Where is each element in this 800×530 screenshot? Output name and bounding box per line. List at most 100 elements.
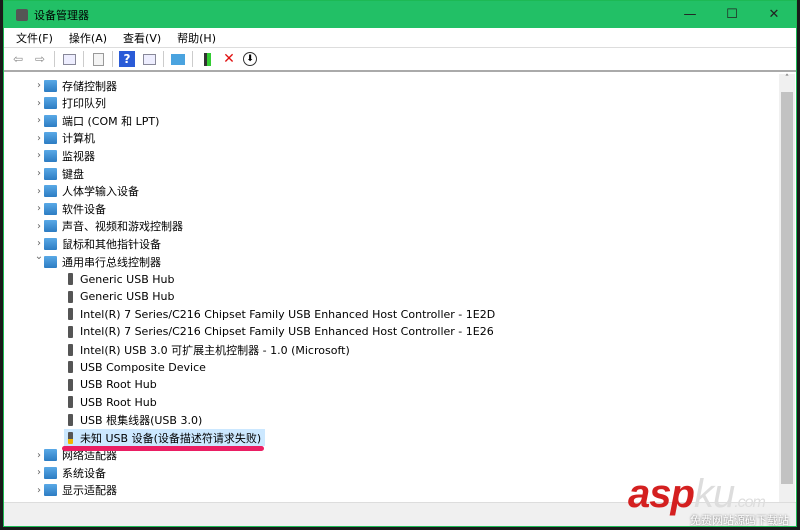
device-category-icon bbox=[44, 79, 57, 92]
help-icon[interactable]: ? bbox=[119, 51, 135, 67]
vertical-scrollbar[interactable]: ˄ bbox=[779, 74, 795, 502]
separator bbox=[54, 51, 55, 67]
device-category-icon bbox=[44, 466, 57, 479]
device-category-icon bbox=[44, 484, 57, 497]
download-icon[interactable]: ⬇ bbox=[243, 52, 257, 66]
collapse-chevron-icon[interactable]: ⌄ bbox=[34, 251, 44, 262]
tree-item-label: 未知 USB 设备(设备描述符请求失败) bbox=[80, 431, 262, 445]
usb-device-icon bbox=[68, 273, 73, 286]
scrollbar-thumb[interactable] bbox=[781, 92, 793, 484]
tree-item[interactable]: › 存储控制器 bbox=[37, 77, 121, 94]
separator bbox=[192, 51, 193, 67]
uninstall-icon[interactable]: ✕ bbox=[221, 51, 237, 67]
tree-item[interactable]: › 人体学输入设备 bbox=[37, 183, 143, 200]
watermark-tld: .com bbox=[734, 494, 766, 511]
tree-item[interactable]: › 端口 (COM 和 LPT) bbox=[37, 112, 163, 129]
tree-item-label: 通用串行总线控制器 bbox=[62, 255, 161, 269]
tree-item-label: 计算机 bbox=[62, 132, 95, 146]
toolbar: ⇦ ⇨ ? ✕ ⬇ bbox=[4, 48, 796, 72]
tree-item-label: USB 根集线器(USB 3.0) bbox=[80, 413, 203, 427]
device-category-icon bbox=[44, 114, 57, 127]
separator bbox=[163, 51, 164, 67]
tree-item[interactable]: Intel(R) 7 Series/C216 Chipset Family US… bbox=[64, 306, 499, 323]
expand-chevron-icon[interactable]: › bbox=[34, 450, 44, 461]
action-pane-icon[interactable] bbox=[141, 51, 157, 67]
expand-chevron-icon[interactable]: › bbox=[34, 133, 44, 144]
maximize-button[interactable]: ☐ bbox=[712, 1, 752, 28]
device-category-icon bbox=[44, 202, 57, 215]
expand-chevron-icon[interactable]: › bbox=[34, 186, 44, 197]
tree-item[interactable]: 未知 USB 设备(设备描述符请求失败) bbox=[64, 429, 266, 446]
device-category-icon bbox=[44, 132, 57, 145]
device-category-icon bbox=[44, 97, 57, 110]
usb-device-icon bbox=[68, 361, 73, 374]
device-category-icon bbox=[44, 185, 57, 198]
expand-chevron-icon[interactable]: › bbox=[34, 98, 44, 109]
tree-item[interactable]: › 系统设备 bbox=[37, 464, 110, 481]
tree-item-label: 软件设备 bbox=[62, 202, 106, 216]
tree-item[interactable]: USB Composite Device bbox=[64, 359, 210, 376]
tree-item-label: USB Root Hub bbox=[80, 378, 157, 392]
tree-item-label: Intel(R) USB 3.0 可扩展主机控制器 - 1.0 (Microso… bbox=[80, 343, 350, 357]
device-manager-window: 设备管理器 — ☐ ✕ 文件(F) 操作(A) 查看(V) 帮助(H) ⇦ ⇨ … bbox=[3, 0, 797, 527]
tree-item[interactable]: › 显示适配器 bbox=[37, 482, 121, 499]
properties-icon[interactable] bbox=[90, 51, 106, 67]
tree-item-label: 监视器 bbox=[62, 149, 95, 163]
forward-icon[interactable]: ⇨ bbox=[32, 51, 48, 67]
expand-chevron-icon[interactable]: › bbox=[34, 238, 44, 249]
expand-chevron-icon[interactable]: › bbox=[34, 80, 44, 91]
minimize-button[interactable]: — bbox=[670, 1, 710, 28]
tree-item-label: USB Composite Device bbox=[80, 360, 206, 374]
tree-item[interactable]: Generic USB Hub bbox=[64, 288, 178, 305]
tree-item[interactable]: › 鼠标和其他指针设备 bbox=[37, 235, 165, 252]
tree-item[interactable]: USB 根集线器(USB 3.0) bbox=[64, 411, 206, 428]
device-manager-icon bbox=[16, 8, 28, 21]
watermark-logo: aspku.com bbox=[628, 472, 766, 517]
expand-chevron-icon[interactable]: › bbox=[34, 203, 44, 214]
close-button[interactable]: ✕ bbox=[754, 1, 794, 28]
separator bbox=[83, 51, 84, 67]
menu-file[interactable]: 文件(F) bbox=[16, 30, 53, 46]
tree-item[interactable]: › 打印队列 bbox=[37, 95, 110, 112]
update-driver-icon[interactable] bbox=[199, 51, 215, 67]
expand-chevron-icon[interactable]: › bbox=[34, 485, 44, 496]
tree-item-label: USB Root Hub bbox=[80, 395, 157, 409]
tree-item[interactable]: › 监视器 bbox=[37, 147, 99, 164]
tree-item-label: 人体学输入设备 bbox=[62, 185, 139, 199]
tree-item-label: 声音、视频和游戏控制器 bbox=[62, 220, 183, 234]
tree-item[interactable]: USB Root Hub bbox=[64, 376, 161, 393]
console-tree-icon[interactable] bbox=[61, 51, 77, 67]
tree-item-label: Intel(R) 7 Series/C216 Chipset Family US… bbox=[80, 307, 496, 321]
menu-action[interactable]: 操作(A) bbox=[69, 30, 107, 46]
usb-device-icon bbox=[68, 396, 73, 409]
tree-item[interactable]: › 键盘 bbox=[37, 165, 88, 182]
tree-item[interactable]: › 计算机 bbox=[37, 130, 99, 147]
device-category-icon bbox=[44, 167, 57, 180]
back-icon[interactable]: ⇦ bbox=[10, 51, 26, 67]
tree-item-label: 打印队列 bbox=[62, 97, 106, 111]
device-category-icon bbox=[44, 255, 57, 268]
tree-item[interactable]: ⌄ 通用串行总线控制器 bbox=[35, 251, 165, 270]
usb-device-icon bbox=[68, 343, 73, 356]
expand-chevron-icon[interactable]: › bbox=[34, 115, 44, 126]
tree-item[interactable]: Intel(R) USB 3.0 可扩展主机控制器 - 1.0 (Microso… bbox=[64, 341, 354, 358]
scroll-up-icon[interactable]: ˄ bbox=[779, 74, 795, 84]
usb-device-icon bbox=[68, 308, 73, 321]
menu-view[interactable]: 查看(V) bbox=[123, 30, 161, 46]
title-bar: 设备管理器 — ☐ ✕ bbox=[4, 1, 796, 28]
expand-chevron-icon[interactable]: › bbox=[34, 150, 44, 161]
tree-item-label: 鼠标和其他指针设备 bbox=[62, 237, 161, 251]
expand-chevron-icon[interactable]: › bbox=[34, 168, 44, 179]
device-tree: › 存储控制器 › 打印队列 › 端口 (COM 和 LPT) › 计算机 › 监视器 › 键盘 › 人体… bbox=[4, 74, 778, 502]
tree-item[interactable]: USB Root Hub bbox=[64, 394, 161, 411]
tree-item[interactable]: › 声音、视频和游戏控制器 bbox=[37, 218, 187, 235]
device-category-icon bbox=[44, 237, 57, 250]
tree-item[interactable]: › 软件设备 bbox=[37, 200, 110, 217]
watermark-slogan: 免费网站源码下载站 bbox=[690, 514, 789, 527]
tree-item[interactable]: Generic USB Hub bbox=[64, 271, 178, 288]
scan-hardware-icon[interactable] bbox=[170, 51, 186, 67]
expand-chevron-icon[interactable]: › bbox=[34, 221, 44, 232]
tree-item[interactable]: Intel(R) 7 Series/C216 Chipset Family US… bbox=[64, 323, 498, 340]
menu-help[interactable]: 帮助(H) bbox=[177, 30, 216, 46]
expand-chevron-icon[interactable]: › bbox=[34, 467, 44, 478]
